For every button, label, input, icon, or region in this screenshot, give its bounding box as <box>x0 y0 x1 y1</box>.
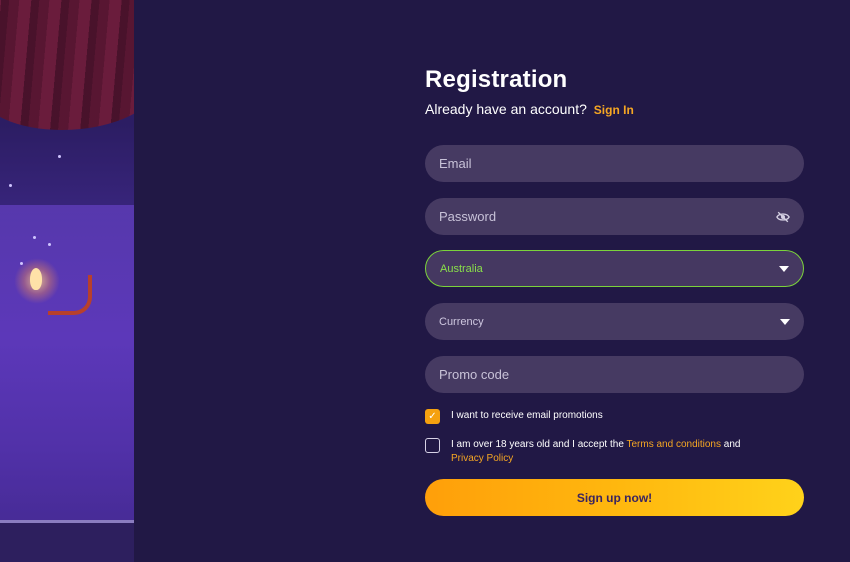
promo-code-field[interactable] <box>425 356 804 393</box>
email-promotions-option: ✓ I want to receive email promotions <box>425 409 804 424</box>
star-dot <box>58 155 61 158</box>
sign-up-button[interactable]: Sign up now! <box>425 479 804 516</box>
age-terms-and: and <box>723 439 741 450</box>
caret-down-icon <box>780 318 790 325</box>
star-dot <box>48 243 51 246</box>
country-select[interactable]: Australia <box>425 250 804 287</box>
page-title: Registration <box>425 66 568 93</box>
eye-slash-icon[interactable] <box>776 210 790 224</box>
password-field[interactable] <box>425 198 804 235</box>
privacy-link[interactable]: Privacy Policy <box>451 453 513 464</box>
currency-select[interactable]: Currency <box>425 303 804 340</box>
email-promotions-checkbox[interactable]: ✓ <box>425 409 440 424</box>
floor-art <box>0 520 134 562</box>
promo-code-input[interactable] <box>439 367 790 382</box>
password-input[interactable] <box>439 209 776 224</box>
currency-placeholder: Currency <box>439 315 484 328</box>
lamp-arm <box>48 275 92 315</box>
decorative-illustration <box>0 0 134 562</box>
age-terms-label: I am over 18 years old and I accept the … <box>451 438 740 466</box>
age-terms-option: I am over 18 years old and I accept the … <box>425 438 804 466</box>
registration-form: Registration Already have an account? Si… <box>425 66 804 516</box>
email-input[interactable] <box>439 156 790 171</box>
country-value: Australia <box>440 262 483 275</box>
star-dot <box>33 236 36 239</box>
age-terms-prefix: I am over 18 years old and I accept the <box>451 439 624 450</box>
registration-page: Registration Already have an account? Si… <box>0 0 850 562</box>
star-dot <box>9 184 12 187</box>
curtain-art <box>0 0 134 130</box>
lamp-flame <box>30 268 42 290</box>
email-promotions-label: I want to receive email promotions <box>451 410 603 421</box>
caret-down-icon <box>779 265 789 272</box>
terms-link[interactable]: Terms and conditions <box>627 439 722 450</box>
email-field[interactable] <box>425 145 804 182</box>
age-terms-checkbox[interactable] <box>425 438 440 453</box>
account-prompt: Already have an account? Sign In <box>425 100 804 119</box>
sign-in-link[interactable]: Sign In <box>594 103 634 117</box>
account-prompt-text: Already have an account? <box>425 101 587 117</box>
checkmark-icon: ✓ <box>428 410 437 422</box>
wall-art <box>0 205 134 525</box>
